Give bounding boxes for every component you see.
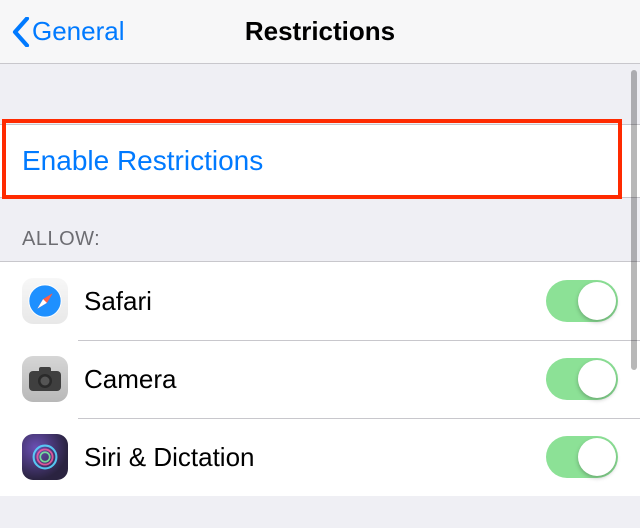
row-label: Safari: [84, 286, 546, 317]
list-item: Siri & Dictation: [0, 418, 640, 496]
navbar: General Restrictions: [0, 0, 640, 64]
row-label: Camera: [84, 364, 546, 395]
back-label: General: [32, 16, 125, 47]
siri-icon: [22, 434, 68, 480]
safari-icon: [22, 278, 68, 324]
section-header-allow: ALLOW:: [0, 198, 640, 261]
enable-restrictions-cell[interactable]: Enable Restrictions: [0, 124, 640, 198]
camera-icon: [22, 356, 68, 402]
spacer: [0, 64, 640, 124]
list-item: Camera: [0, 340, 640, 418]
row-label: Siri & Dictation: [84, 442, 546, 473]
toggle-switch[interactable]: [546, 436, 618, 478]
chevron-left-icon: [12, 17, 30, 47]
enable-restrictions-label: Enable Restrictions: [22, 145, 263, 176]
toggle-switch[interactable]: [546, 280, 618, 322]
allow-list: Safari Camera Siri & Dictation: [0, 261, 640, 496]
list-item: Safari: [0, 262, 640, 340]
back-button[interactable]: General: [0, 16, 125, 47]
scrollbar[interactable]: [631, 70, 637, 370]
toggle-switch[interactable]: [546, 358, 618, 400]
